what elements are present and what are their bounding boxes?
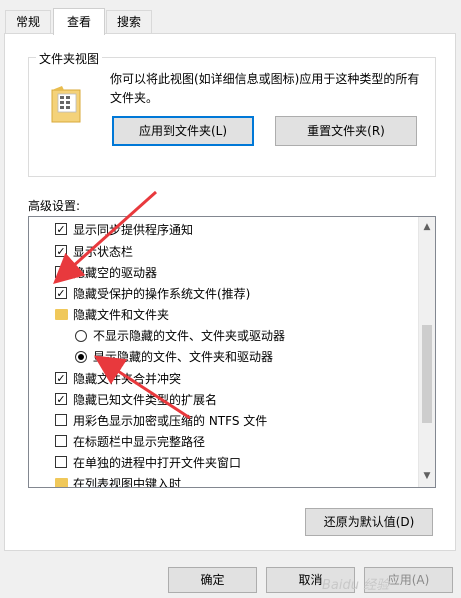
folder-view-icon [50, 82, 84, 124]
checkbox-checked[interactable]: ✓ [55, 287, 67, 299]
scrollbar-thumb[interactable] [422, 325, 432, 423]
checkbox-unchecked[interactable] [55, 435, 67, 447]
list-item-label: 不显示隐藏的文件、文件夹或驱动器 [93, 329, 286, 343]
list-item-label: 用彩色显示加密或压缩的 NTFS 文件 [73, 414, 268, 428]
list-item-label: 隐藏已知文件类型的扩展名 [73, 393, 218, 407]
ok-button[interactable]: 确定 [168, 567, 257, 593]
restore-defaults-button[interactable]: 还原为默认值(D) [305, 508, 433, 536]
radio-button-selected[interactable] [75, 351, 87, 363]
tab-search[interactable]: 搜索 [106, 10, 152, 33]
scroll-up-icon[interactable]: ▲ [419, 219, 435, 236]
reset-folders-button[interactable]: 重置文件夹(R) [275, 116, 417, 146]
vertical-scrollbar[interactable]: ▲ ▼ [418, 217, 435, 487]
checkbox-checked[interactable]: ✓ [55, 393, 67, 405]
list-item-label: 显示同步提供程序通知 [73, 223, 194, 237]
checkbox-checked[interactable]: ✓ [55, 245, 67, 257]
watermark: Baidu 经验 [322, 578, 390, 593]
list-item-label: 在标题栏中显示完整路径 [73, 435, 206, 449]
folder-views-description: 你可以将此视图(如详细信息或图标)应用于这种类型的所有文件夹。 [110, 72, 420, 105]
advanced-settings-label: 高级设置: [28, 199, 81, 213]
folder-views-label: 文件夹视图 [36, 50, 103, 67]
folder-icon [55, 478, 68, 487]
checkbox-unchecked[interactable] [55, 456, 67, 468]
folder-icon [55, 309, 68, 320]
scroll-down-icon[interactable]: ▼ [419, 468, 435, 485]
advanced-settings-list[interactable]: ✓ 显示同步提供程序通知 ✓ 显示状态栏 ✓ 隐藏空的驱动器 ✓ 隐藏受保护的操… [28, 216, 436, 488]
list-item-label: 隐藏文件夹合并冲突 [73, 372, 182, 386]
list-item-label: 显示状态栏 [73, 245, 134, 259]
list-item-label: 显示隐藏的文件、文件夹和驱动器 [93, 350, 274, 364]
checkbox-checked[interactable]: ✓ [55, 223, 67, 235]
checkbox-unchecked[interactable] [55, 414, 67, 426]
tab-view[interactable]: 查看 [53, 8, 105, 35]
radio-button[interactable] [75, 330, 87, 342]
apply-to-folders-button[interactable]: 应用到文件夹(L) [112, 116, 254, 146]
checkbox-checked[interactable]: ✓ [55, 266, 67, 278]
checkbox-checked[interactable]: ✓ [55, 372, 67, 384]
list-item-label: 隐藏受保护的操作系统文件(推荐) [73, 287, 251, 301]
tab-general[interactable]: 常规 [5, 10, 51, 33]
list-item-label: 隐藏文件和文件夹 [73, 308, 170, 322]
list-item-label: 在单独的进程中打开文件夹窗口 [73, 456, 242, 470]
list-item-label: 在列表视图中键入时 [73, 477, 182, 488]
list-item-label: 隐藏空的驱动器 [73, 266, 158, 280]
